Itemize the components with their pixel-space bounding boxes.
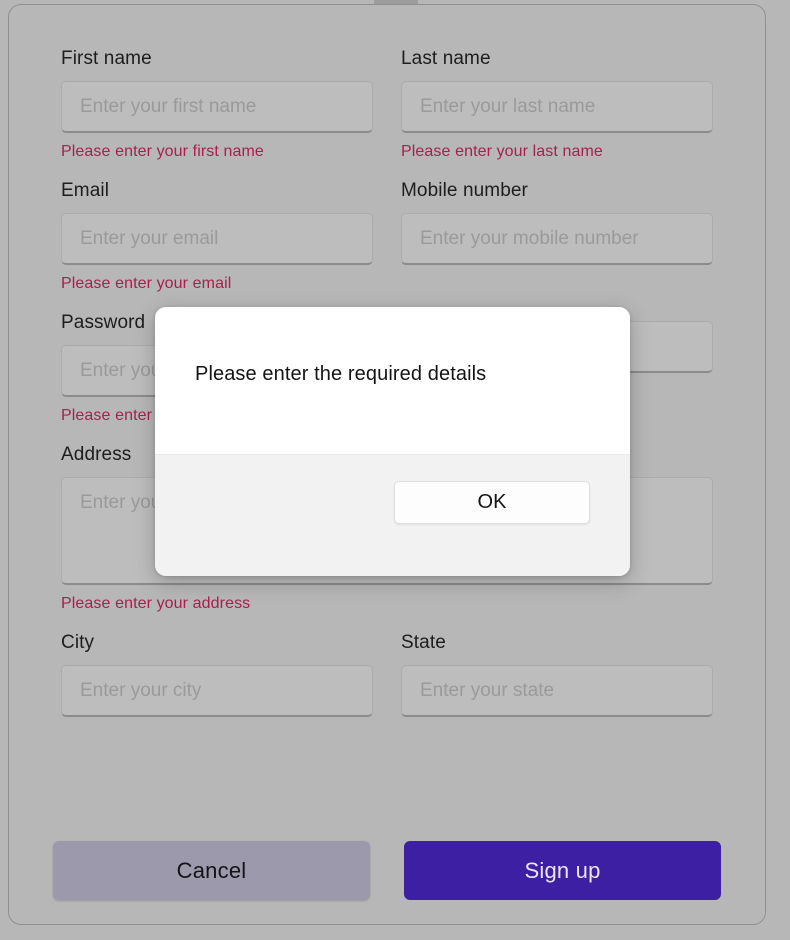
form-row-location: City State — [61, 631, 713, 726]
state-label: State — [401, 632, 446, 653]
field-first-name: First name Please enter your first name — [61, 47, 373, 162]
alert-ok-button[interactable]: OK — [394, 481, 590, 524]
address-error: Please enter your address — [61, 595, 251, 612]
signup-button[interactable]: Sign up — [404, 841, 721, 900]
city-input[interactable] — [61, 665, 373, 717]
form-row-contact: Email Please enter your email Mobile num… — [61, 179, 713, 294]
field-city: City — [61, 631, 373, 726]
last-name-label: Last name — [401, 48, 491, 69]
first-name-input[interactable] — [61, 81, 373, 133]
form-action-bar: Cancel Sign up — [9, 822, 765, 924]
email-error: Please enter your email — [61, 275, 232, 292]
row-spacer — [61, 162, 713, 179]
alert-dialog: Please enter the required details OK — [155, 307, 630, 576]
field-last-name: Last name Please enter your last name — [401, 47, 713, 162]
last-name-input[interactable] — [401, 81, 713, 133]
first-name-error: Please enter your first name — [61, 143, 264, 160]
alert-dialog-footer: OK — [155, 455, 630, 576]
row-spacer — [61, 614, 713, 631]
state-input[interactable] — [401, 665, 713, 717]
first-name-label: First name — [61, 48, 152, 69]
field-mobile-number: Mobile number — [401, 179, 713, 294]
alert-dialog-message: Please enter the required details — [195, 363, 487, 385]
field-email: Email Please enter your email — [61, 179, 373, 294]
last-name-error: Please enter your last name — [401, 143, 603, 160]
alert-dialog-body: Please enter the required details — [155, 307, 630, 455]
form-row-name: First name Please enter your first name … — [61, 47, 713, 162]
field-state: State — [401, 631, 713, 726]
mobile-number-label: Mobile number — [401, 180, 528, 201]
cancel-button[interactable]: Cancel — [53, 841, 370, 900]
email-label: Email — [61, 180, 110, 201]
city-label: City — [61, 632, 95, 653]
email-input[interactable] — [61, 213, 373, 265]
mobile-number-input[interactable] — [401, 213, 713, 265]
